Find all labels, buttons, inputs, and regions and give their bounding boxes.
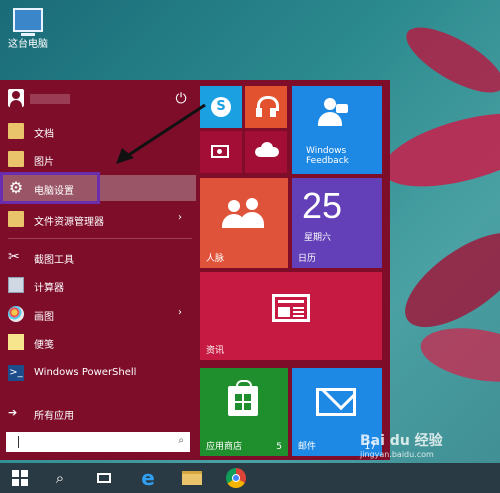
all-apps[interactable]: ➔ 所有应用 [0,400,196,426]
calendar-label: 日历 [298,254,317,264]
user-avatar-icon [8,89,24,107]
headphones-left-cup [256,108,262,117]
feedback-label: Windows Feedback [306,146,349,166]
tile-music[interactable] [245,86,287,128]
people-label: 人脉 [206,254,225,264]
store-bag-icon [228,380,258,416]
chevron-right-icon[interactable]: › [178,212,182,223]
all-apps-label: 所有应用 [34,411,74,422]
paint-icon [8,306,24,322]
wallpaper-petal [416,319,500,391]
start-item-file-explorer[interactable]: 文件资源管理器 › [0,206,196,232]
chevron-right-icon[interactable]: › [178,307,182,318]
store-label: 应用商店 [206,442,243,452]
this-pc-desktop-icon[interactable]: 这台电脑 [6,8,50,50]
start-item-paint[interactable]: 画图 › [0,301,196,327]
folder-icon [8,151,24,167]
watermark-brand: Bai du 经验 [360,433,443,449]
item-label: 截图工具 [34,255,74,266]
news-label: 资讯 [206,346,225,356]
video-icon-dot [217,149,222,154]
annotation-arrow [116,103,206,164]
mail-envelope-icon [316,388,356,416]
item-label: 便笺 [34,340,54,351]
tile-news[interactable]: 资讯 [200,272,382,360]
item-label: 图片 [34,157,54,168]
calculator-icon [8,277,24,293]
wallpaper-petal [397,15,500,105]
text-caret [18,436,19,448]
item-label: Windows PowerShell [34,367,137,378]
folder-icon [8,123,24,139]
search-input[interactable]: ⌕ [6,432,190,452]
search-icon[interactable]: ⌕ [178,435,184,446]
item-label: 画图 [34,312,54,323]
people-icon [222,198,266,230]
watermark-url: jingyan.baidu.com [360,450,434,459]
folder-icon [8,211,24,227]
item-label: 计算器 [34,283,64,294]
calendar-weekday: 星期六 [304,233,332,243]
headphones-right-cup [270,108,276,117]
wallpaper-petal [375,99,500,201]
tile-store[interactable]: 应用商店 5 [200,368,288,456]
baidu-watermark: Bai du 经验 jingyan.baidu.com [360,430,443,459]
internet-explorer-icon[interactable]: e [130,463,166,493]
tile-onedrive[interactable] [245,131,287,173]
cloud-icon-top [261,142,273,154]
item-label: 文档 [34,129,54,140]
chrome-icon[interactable] [218,463,254,493]
start-item-powershell[interactable]: >_ Windows PowerShell [0,360,196,386]
highlight-box [0,172,100,204]
tile-people[interactable]: 人脉 [200,178,288,268]
item-label: 文件资源管理器 [34,217,104,228]
calendar-day: 25 [302,185,343,226]
taskbar: ⌕ e [0,463,500,493]
start-item-snipping-tool[interactable]: ✂ 截图工具 [0,244,196,270]
computer-icon [13,8,43,36]
divider [8,238,192,239]
start-item-sticky-notes[interactable]: 便笺 [0,329,196,355]
windows-logo-icon [12,470,28,486]
tile-windows-feedback[interactable]: Windows Feedback [292,86,382,174]
mail-label: 邮件 [298,442,317,452]
scissors-icon: ✂ [8,249,20,265]
feedback-label-line1: Windows [306,146,347,156]
taskbar-search-icon[interactable]: ⌕ [42,463,78,493]
feedback-person-icon [318,98,348,128]
this-pc-label: 这台电脑 [8,39,48,50]
feedback-label-line2: Feedback [306,156,349,166]
wallpaper-petal [390,215,500,345]
file-explorer-icon[interactable] [174,463,210,493]
user-name-redacted [30,94,70,104]
start-item-calculator[interactable]: 计算器 [0,272,196,298]
skype-icon: S [211,97,231,117]
arrow-right-icon: ➔ [8,406,18,419]
sticky-note-icon [8,334,24,350]
start-button[interactable] [2,463,38,493]
store-badge-count: 5 [276,442,282,452]
task-view-icon[interactable] [86,463,122,493]
powershell-icon: >_ [8,365,24,381]
news-icon [272,294,310,322]
tile-calendar[interactable]: 25 星期六 日历 [292,178,382,268]
